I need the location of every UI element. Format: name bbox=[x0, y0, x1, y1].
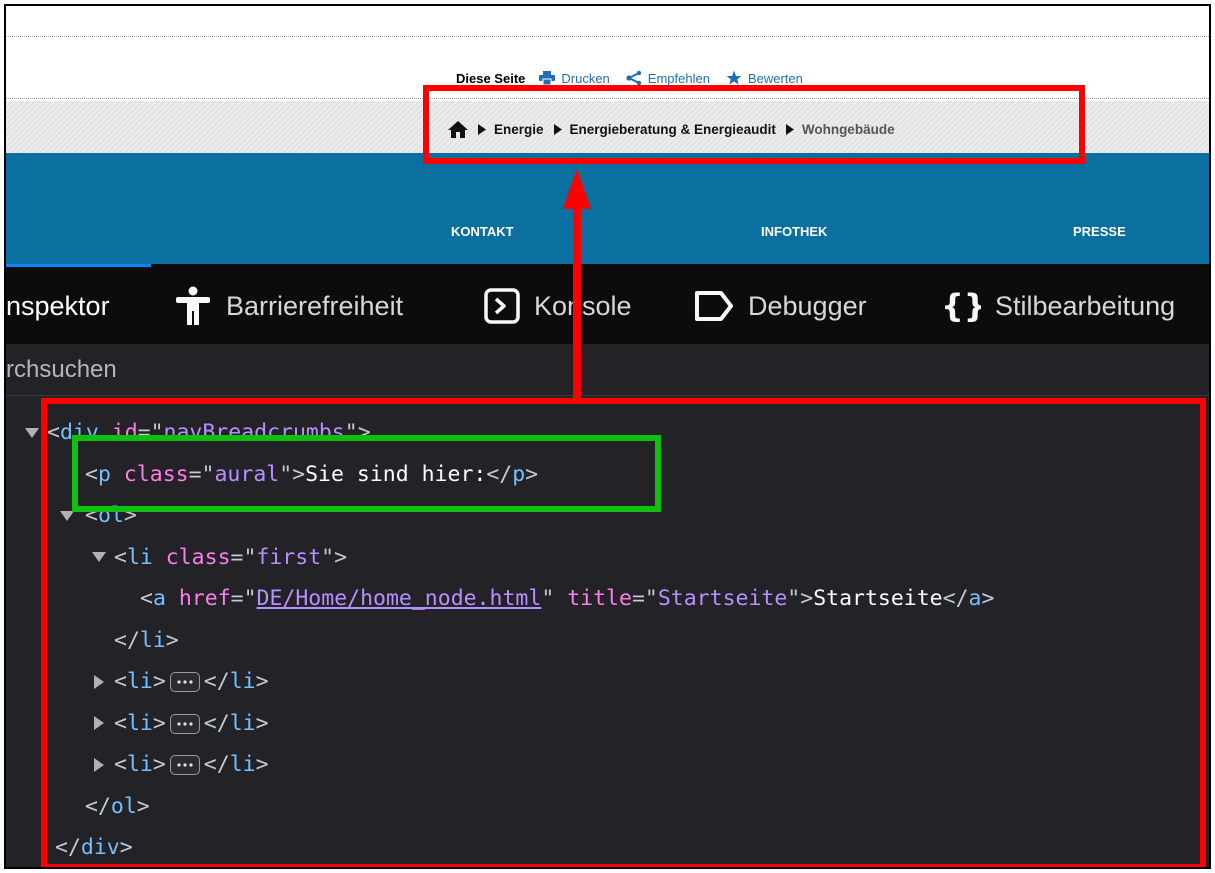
attr-value: first bbox=[256, 544, 322, 570]
collapse-toggle-icon[interactable] bbox=[90, 744, 108, 786]
expand-toggle-icon[interactable] bbox=[23, 412, 41, 454]
page-tools-label: Diese Seite bbox=[456, 70, 526, 86]
breadcrumb-item[interactable]: Energie bbox=[494, 122, 544, 137]
tag-name: p bbox=[97, 461, 111, 487]
search-row bbox=[6, 344, 1209, 396]
print-label: Drucken bbox=[561, 70, 610, 86]
chevron-right-icon bbox=[478, 123, 486, 135]
print-link[interactable]: Drucken bbox=[539, 70, 610, 86]
collapse-toggle-icon[interactable] bbox=[90, 661, 108, 703]
markup-node-div[interactable]: <div id="navBreadcrumbs"> bbox=[6, 412, 1209, 454]
collapse-toggle-icon[interactable] bbox=[90, 703, 108, 745]
tag-name: li bbox=[126, 669, 153, 694]
star-icon bbox=[726, 70, 742, 85]
markup-node-a[interactable]: <a href="DE/Home/home_node.html" title="… bbox=[6, 578, 1209, 620]
page-tools: Diese Seite Drucken Empfehlen Bewerten bbox=[456, 68, 819, 88]
console-icon bbox=[484, 288, 520, 324]
rate-link[interactable]: Bewerten bbox=[726, 70, 803, 86]
divider bbox=[6, 36, 1209, 37]
tag-name: li bbox=[229, 752, 256, 777]
markup-node-close: </div> bbox=[55, 835, 133, 860]
markup-tree: <div id="navBreadcrumbs"> <p class="aura… bbox=[6, 412, 1209, 867]
attr-name: class bbox=[165, 544, 231, 570]
text-node: Sie sind hier: bbox=[305, 461, 487, 487]
tag-name: div bbox=[80, 835, 120, 860]
attr-name: href bbox=[178, 586, 231, 611]
tab-label: Stilbearbeitung bbox=[995, 290, 1176, 321]
nav-kontakt[interactable]: KONTAKT bbox=[451, 224, 514, 239]
devtools-panel: nspektor Barrierefreiheit Konsole Debugg… bbox=[6, 264, 1209, 867]
attr-value: aural bbox=[214, 461, 280, 487]
more-icon[interactable] bbox=[169, 713, 200, 734]
home-icon[interactable] bbox=[448, 120, 468, 138]
tab-label: Konsole bbox=[534, 290, 632, 321]
markup-node-li[interactable]: <li> </li> bbox=[6, 744, 1209, 786]
printer-icon bbox=[539, 71, 556, 85]
tag-name: a bbox=[152, 586, 166, 611]
tag-name: ol bbox=[110, 793, 137, 819]
attr-name: id bbox=[111, 420, 138, 445]
markup-node-li[interactable]: <li class="first"> bbox=[6, 537, 1209, 579]
divider bbox=[6, 98, 1209, 99]
tag-name: li bbox=[229, 669, 256, 694]
href-link[interactable]: DE/Home/home_node.html bbox=[257, 586, 542, 611]
attr-name: class bbox=[123, 461, 189, 487]
screenshot-frame: Diese Seite Drucken Empfehlen Bewerten E… bbox=[4, 4, 1211, 869]
recommend-link[interactable]: Empfehlen bbox=[626, 71, 710, 86]
tab-style-editor[interactable]: {} Stilbearbeitung bbox=[941, 284, 1175, 328]
tab-label: Barrierefreiheit bbox=[226, 290, 404, 321]
active-tab-indicator bbox=[6, 264, 151, 267]
style-editor-icon: {} bbox=[941, 288, 981, 324]
breadcrumb: Energie Energieberatung & Energieaudit W… bbox=[448, 119, 895, 139]
nav-presse[interactable]: PRESSE bbox=[1073, 224, 1126, 239]
tab-debugger[interactable]: Debugger bbox=[694, 284, 867, 328]
tag-name: li bbox=[229, 710, 256, 736]
tag-name: li bbox=[126, 544, 153, 570]
tab-label: nspektor bbox=[6, 290, 110, 321]
attr-value: Startseite bbox=[657, 586, 788, 611]
more-icon[interactable] bbox=[169, 672, 200, 692]
markup-node-ol[interactable]: <ol> bbox=[6, 495, 1209, 537]
accessibility-icon bbox=[174, 286, 212, 326]
search-html-input[interactable] bbox=[6, 354, 506, 386]
expand-toggle-icon[interactable] bbox=[58, 495, 76, 537]
main-navigation bbox=[6, 153, 1209, 264]
devtools-tabbar: nspektor Barrierefreiheit Konsole Debugg… bbox=[6, 264, 1209, 344]
tab-accessibility[interactable]: Barrierefreiheit bbox=[174, 284, 403, 328]
markup-node-close: </li> bbox=[114, 627, 179, 653]
tag-name: li bbox=[126, 752, 153, 777]
tag-name: ol bbox=[97, 503, 124, 528]
breadcrumb-item[interactable]: Energieberatung & Energieaudit bbox=[570, 122, 776, 137]
website-header: Diese Seite Drucken Empfehlen Bewerten E… bbox=[6, 6, 1209, 264]
recommend-label: Empfehlen bbox=[647, 70, 710, 86]
chevron-right-icon bbox=[785, 123, 794, 135]
rate-label: Bewerten bbox=[747, 70, 803, 86]
debugger-icon bbox=[694, 290, 734, 322]
tab-console[interactable]: Konsole bbox=[484, 284, 632, 328]
chevron-right-icon bbox=[553, 123, 562, 135]
tag-name: p bbox=[512, 461, 526, 487]
markup-node-li[interactable]: <li> </li> bbox=[6, 703, 1209, 745]
tag-name: a bbox=[968, 586, 982, 611]
more-icon[interactable] bbox=[169, 755, 200, 775]
svg-text:{}: {} bbox=[941, 288, 981, 324]
attr-value: navBreadcrumbs bbox=[163, 420, 345, 445]
expand-toggle-icon[interactable] bbox=[90, 537, 108, 579]
attr-name: title bbox=[567, 586, 632, 611]
tag-name: div bbox=[59, 420, 99, 445]
breadcrumb-current: Wohngebäude bbox=[801, 121, 895, 137]
tag-name: li bbox=[139, 627, 166, 653]
markup-node-p[interactable]: <p class="aural">Sie sind hier:</p> bbox=[6, 454, 1209, 496]
tab-label: Debugger bbox=[748, 290, 867, 321]
markup-node-li[interactable]: <li> </li> bbox=[6, 661, 1209, 703]
share-icon bbox=[626, 71, 641, 85]
nav-infothek[interactable]: INFOTHEK bbox=[761, 224, 827, 239]
text-node: Startseite bbox=[813, 586, 943, 611]
tab-inspector[interactable]: nspektor bbox=[6, 284, 110, 328]
tag-name: li bbox=[126, 710, 153, 736]
markup-node-close: </ol> bbox=[85, 793, 150, 819]
